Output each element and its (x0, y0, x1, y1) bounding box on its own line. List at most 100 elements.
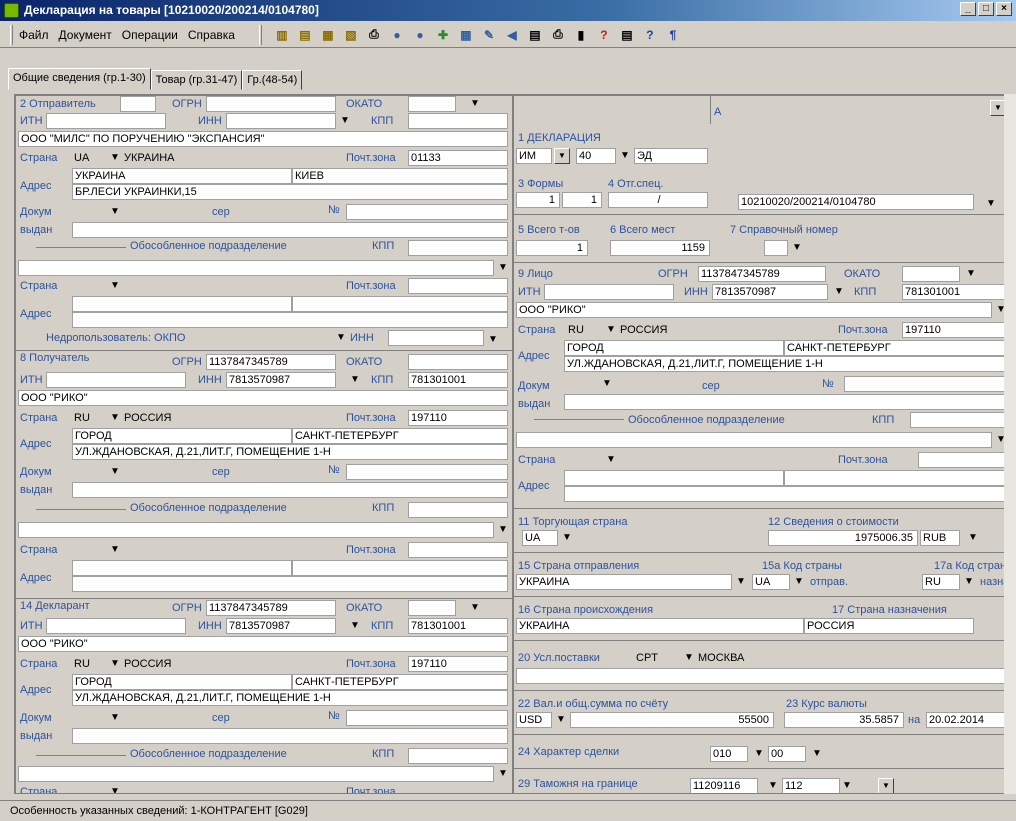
sender-num-field[interactable] (346, 204, 508, 220)
trade-country-field[interactable]: UA (522, 530, 558, 546)
declarant-region-field[interactable]: ГОРОД (72, 674, 292, 690)
recipient-subdivision-kpp-field[interactable] (408, 502, 508, 518)
cost-field[interactable]: 1975006.35 (768, 530, 918, 546)
sender-subdivision-kpp-field[interactable] (408, 240, 508, 256)
sender-country-dropdown-icon[interactable]: ▼ (110, 152, 120, 163)
declarant-country[interactable]: РОССИЯ (124, 658, 171, 670)
person-region-field[interactable]: ГОРОД (564, 340, 784, 356)
declarant-subdivision-dropdown-icon[interactable]: ▼ (498, 768, 508, 779)
tab-general[interactable]: Общие сведения (гр.1-30) (8, 68, 151, 90)
person-subdivision-kpp-field[interactable] (910, 412, 1010, 428)
recipient-num-field[interactable] (346, 464, 508, 480)
person-num-field[interactable] (844, 376, 1010, 392)
nav-back-icon[interactable]: ● (388, 26, 406, 44)
person-itn-field[interactable] (544, 284, 674, 300)
person-kpp-dropdown-icon[interactable]: ▼ (834, 286, 844, 297)
customs-field-2-dropdown-icon[interactable]: ▼ (842, 780, 852, 791)
declaration-type-dropdown[interactable]: ▼ (554, 148, 570, 164)
sender-okpo-dropdown-icon[interactable]: ▼ (488, 334, 498, 345)
recipient-subdivision-dropdown-icon[interactable]: ▼ (498, 524, 508, 535)
recipient-country2-dropdown-icon[interactable]: ▼ (110, 544, 120, 555)
person-kpp-field[interactable]: 781301001 (902, 284, 1010, 300)
person-country[interactable]: РОССИЯ (620, 324, 667, 336)
trade-country-dropdown-icon[interactable]: ▼ (562, 532, 572, 543)
departure-country-field[interactable]: УКРАИНА (516, 574, 732, 590)
declarant-subdivision-field[interactable] (18, 766, 494, 782)
rate-field[interactable]: 35.5857 (784, 712, 904, 728)
pen-icon[interactable]: ✎ (480, 26, 498, 44)
recipient-kpp-field[interactable]: 781301001 (408, 372, 508, 388)
person-country-dropdown-icon[interactable]: ▼ (606, 324, 616, 335)
declarant-subdivision-kpp-field[interactable] (408, 748, 508, 764)
declaration-code-field[interactable]: 40 (576, 148, 616, 164)
sender-okato-dropdown-icon[interactable]: ▼ (470, 98, 480, 109)
person-country2-dropdown-icon[interactable]: ▼ (606, 454, 616, 465)
sender-region-field[interactable]: УКРАИНА (72, 168, 292, 184)
table-icon[interactable]: ▤ (296, 26, 314, 44)
forms-field-1[interactable]: 1 (516, 192, 560, 208)
sender-issued-field[interactable] (72, 222, 508, 238)
recipient-country-code[interactable]: RU (74, 412, 90, 424)
person-zip2-field[interactable] (918, 452, 1010, 468)
page-icon[interactable]: ▤ (618, 26, 636, 44)
sender-subdivision-dropdown-icon[interactable]: ▼ (498, 262, 508, 273)
person-city-field[interactable]: САНКТ-ПЕТЕРБУРГ (784, 340, 1010, 356)
declaration-type-field[interactable]: ИМ (516, 148, 552, 164)
person-okato-field[interactable] (902, 266, 960, 282)
declarant-inn-field[interactable]: 7813570987 (226, 618, 336, 634)
recipient-address2-street[interactable] (72, 576, 508, 592)
sender-country[interactable]: УКРАИНА (124, 152, 175, 164)
sender-subdivision-field[interactable] (18, 260, 494, 276)
recipient-inn-field[interactable]: 7813570987 (226, 372, 336, 388)
query-icon[interactable]: ? (595, 26, 613, 44)
recipient-ogrn-field[interactable]: 1137847345789 (206, 354, 336, 370)
sender-code-field[interactable] (120, 96, 156, 112)
items-field[interactable]: 1 (516, 240, 588, 256)
declarant-kpp-field[interactable]: 781301001 (408, 618, 508, 634)
recipient-name-field[interactable]: ООО "РИКО" (18, 390, 508, 406)
terms-place[interactable]: МОСКВА (698, 652, 744, 664)
declaration-sub-field[interactable]: ЭД (634, 148, 708, 164)
sender-zip-field[interactable]: 01133 (408, 150, 508, 166)
departure-code-dropdown-icon[interactable]: ▼ (794, 576, 804, 587)
nav-fwd-icon[interactable]: ● (411, 26, 429, 44)
tab-goods[interactable]: Товар (гр.31-47) (150, 70, 243, 90)
declarant-street-field[interactable]: УЛ.ЖДАНОВСКАЯ, Д.21,ЛИТ.Г, ПОМЕЩЕНИЕ 1-Н (72, 690, 508, 706)
forms-field-2[interactable]: 1 (562, 192, 602, 208)
destination-code-dropdown-icon[interactable]: ▼ (964, 576, 974, 587)
person-issued-field[interactable] (564, 394, 1010, 410)
recipient-country[interactable]: РОССИЯ (124, 412, 171, 424)
recipient-street-field[interactable]: УЛ.ЖДАНОВСКАЯ, Д.21,ЛИТ.Г, ПОМЕЩЕНИЕ 1-Н (72, 444, 508, 460)
terms-code[interactable]: CPT (636, 652, 658, 664)
add-icon[interactable]: ✚ (434, 26, 452, 44)
customs-field[interactable]: 11209116 (690, 778, 758, 793)
recipient-zip-field[interactable]: 197110 (408, 410, 508, 426)
reg-number-dropdown-icon[interactable]: ▼ (986, 198, 996, 209)
graph-icon[interactable]: ▧ (342, 26, 360, 44)
grid-icon[interactable]: ▤ (526, 26, 544, 44)
declarant-name-field[interactable]: ООО "РИКО" (18, 636, 508, 652)
declarant-ogrn-field[interactable]: 1137847345789 (206, 600, 336, 616)
person-country-code[interactable]: RU (568, 324, 584, 336)
list-icon[interactable]: ▦ (457, 26, 475, 44)
sender-kpp-dropdown-icon[interactable]: ▼ (340, 115, 350, 126)
recipient-country-dropdown-icon[interactable]: ▼ (110, 412, 120, 423)
destination-code-field[interactable]: RU (922, 574, 960, 590)
sender-inn2-dropdown-icon[interactable]: ▼ (336, 332, 346, 343)
sender-address2-city[interactable] (292, 296, 508, 312)
deal-field-2-dropdown-icon[interactable]: ▼ (812, 748, 822, 759)
declarant-doc-dropdown-icon[interactable]: ▼ (110, 712, 120, 723)
destination-country-field[interactable]: РОССИЯ (804, 618, 974, 634)
customs-dropdown-button[interactable]: ▼ (878, 778, 894, 793)
vertical-scrollbar[interactable] (1004, 94, 1016, 794)
terms-dropdown-icon[interactable]: ▼ (684, 652, 694, 663)
recipient-issued-field[interactable] (72, 482, 508, 498)
maximize-button[interactable]: □ (978, 2, 994, 16)
person-name-field[interactable]: ООО "РИКО" (516, 302, 992, 318)
deal-field-1[interactable]: 010 (710, 746, 748, 762)
person-address2-street[interactable] (564, 486, 1010, 502)
person-street-field[interactable]: УЛ.ЖДАНОВСКАЯ, Д.21,ЛИТ.Г, ПОМЕЩЕНИЕ 1-Н (564, 356, 1010, 372)
sender-inn-field[interactable] (226, 113, 336, 129)
terms-extra-field[interactable] (516, 668, 1010, 684)
sender-address2-region[interactable] (72, 296, 292, 312)
